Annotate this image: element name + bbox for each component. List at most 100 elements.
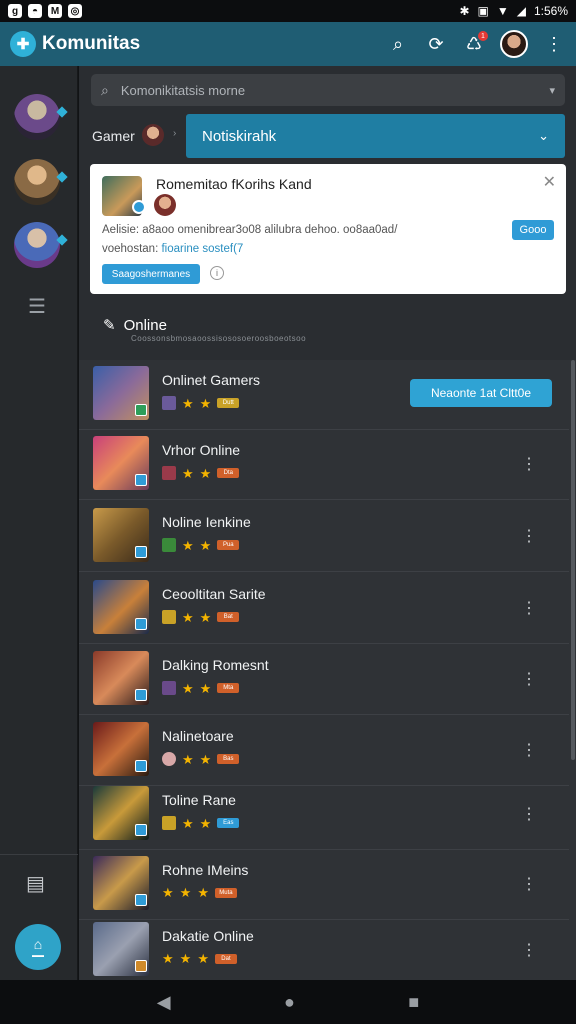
document-icon[interactable]: ▤ — [26, 871, 45, 896]
online-title: Online — [123, 316, 167, 334]
search-placeholder: Komonikitatsis morne — [120, 82, 246, 98]
status-right: ✱ ▣ ▼ ◢ 1:56% — [459, 4, 568, 18]
platform-badge-icon — [135, 824, 147, 836]
star-icon: ★ — [182, 680, 194, 696]
notifications-icon[interactable]: ♺ 1 — [462, 31, 488, 56]
game-tag: Pua — [217, 540, 240, 550]
star-icon: ★ — [182, 815, 194, 831]
star-icon: ★ — [199, 395, 212, 411]
game-title: Dakatie Online — [162, 928, 254, 944]
star-icon: ★ — [199, 465, 212, 481]
app-bar: ✚ Komunitas ⌕ ⟳ ♺ 1 ⋮ — [0, 22, 576, 66]
game-meta: ★ ★ Mta — [162, 680, 240, 696]
wifi-icon: ▼ — [496, 4, 509, 18]
app-actions: ⌕ ⟳ ♺ 1 ⋮ — [386, 30, 566, 58]
platform-badge-icon — [135, 760, 147, 772]
game-meta: ★ ★ Bas — [162, 751, 240, 767]
notification-icon: ◎ — [68, 4, 82, 18]
more-vertical-icon[interactable]: ⋮ — [521, 669, 537, 689]
game-tag: Bat — [217, 612, 240, 622]
platform-badge-icon — [135, 618, 147, 630]
sidebar-community-avatar[interactable] — [14, 94, 60, 140]
game-meta: ★ ★ Dutt — [162, 395, 240, 411]
star-icon: ★ — [199, 751, 212, 767]
star-icon: ★ — [182, 395, 194, 411]
app-title: Komunitas — [42, 33, 141, 54]
chevron-down-icon: ▾ — [549, 84, 555, 97]
chevron-down-icon: ⌄ — [538, 128, 549, 143]
star-icon: ★ — [199, 815, 212, 831]
menu-icon[interactable]: ☰ — [28, 294, 46, 319]
category-dropdown[interactable]: Notiskirahk ⌄ — [186, 114, 565, 158]
more-vertical-icon[interactable]: ⋮ — [521, 740, 537, 760]
game-tag: Dutt — [217, 398, 240, 408]
chevron-right-icon: › — [173, 128, 177, 139]
list-item[interactable]: Dalking Romesnt ★ ★ Mta ⋮ — [79, 645, 569, 715]
sidebar-divider — [0, 854, 78, 855]
platform-badge-icon — [135, 894, 147, 906]
list-item[interactable]: Dakatie Online ★ ★ ★ Dat ⋮ — [79, 916, 569, 986]
close-icon[interactable]: ✕ — [543, 172, 556, 192]
game-title: Ceooltitan Sarite — [162, 586, 266, 602]
recents-icon[interactable]: ■ — [408, 992, 419, 1013]
game-meta: ★ ★ Bat — [162, 609, 240, 625]
game-meta: ★ ★ ★ Muta — [162, 886, 237, 899]
home-caption-icon: ▬▬ — [32, 952, 44, 959]
platform-badge-icon — [135, 474, 147, 486]
app-logo-icon: ✚ — [10, 31, 36, 57]
game-tag: Dat — [214, 953, 237, 964]
sidebar-community-avatar[interactable] — [14, 222, 60, 268]
card-link[interactable]: fioarine sostef(7 — [161, 243, 243, 255]
more-vertical-icon[interactable]: ⋮ — [521, 598, 537, 618]
more-vertical-icon[interactable]: ⋮ — [521, 874, 537, 894]
battery-text: 1:56% — [533, 4, 568, 18]
platform-badge-icon — [135, 546, 147, 558]
home-button[interactable]: ⌂ ▬▬ — [15, 924, 61, 970]
more-vertical-icon[interactable]: ⋮ — [521, 454, 537, 474]
list-item[interactable]: Toline Rane ★ ★ Eas ⋮ — [79, 780, 569, 850]
refresh-icon[interactable]: ⟳ — [424, 32, 448, 56]
card-go-button[interactable]: Gooo — [512, 220, 554, 240]
sidebar-community-avatar[interactable] — [14, 159, 60, 205]
back-icon[interactable]: ◀ — [157, 992, 171, 1013]
signal-icon: ◢ — [516, 4, 526, 18]
star-icon: ★ — [182, 751, 194, 767]
list-item[interactable]: Vrhor Online ★ ★ Dta ⋮ — [79, 430, 569, 500]
main-content: ⌕ Komonikitatsis morne ▾ Gamer › Notiski… — [79, 66, 576, 980]
search-icon[interactable]: ⌕ — [386, 32, 410, 56]
list-item[interactable]: Ceooltitan Sarite ★ ★ Bat ⋮ — [79, 574, 569, 644]
vibrate-icon: ▣ — [477, 4, 489, 18]
more-vertical-icon[interactable]: ⋮ — [521, 940, 537, 960]
list-item[interactable]: Nalinetoare ★ ★ Bas ⋮ — [79, 716, 569, 786]
game-title: Noline Ienkine — [162, 514, 251, 530]
game-meta: ★ ★ Pua — [162, 538, 240, 552]
mini-avatar — [162, 466, 176, 480]
platform-badge-icon — [135, 404, 147, 416]
notification-icon: M — [48, 4, 62, 18]
search-input[interactable]: ⌕ Komonikitatsis morne ▾ — [91, 74, 565, 106]
star-icon: ★ — [179, 951, 192, 966]
home-nav-icon[interactable]: ● — [284, 992, 295, 1013]
list-item[interactable]: Onlinet Gamers ★ ★ Dutt Neaonte 1at Cltt… — [79, 360, 569, 430]
list-item[interactable]: Noline Ienkine ★ ★ Pua ⋮ — [79, 502, 569, 572]
join-button[interactable]: Neaonte 1at Cltt0e — [410, 379, 552, 407]
list-item[interactable]: Rohne IMeins ★ ★ ★ Muta ⋮ — [79, 850, 569, 920]
notification-badge: 1 — [478, 31, 488, 41]
scrollbar[interactable] — [571, 360, 575, 760]
star-icon: ★ — [199, 609, 212, 625]
more-vertical-icon[interactable]: ⋮ — [521, 526, 537, 546]
info-icon[interactable]: i — [210, 266, 224, 280]
more-vertical-icon[interactable]: ⋮ — [542, 32, 566, 56]
card-action-button[interactable]: Saagoshermanes — [102, 264, 200, 284]
status-bar: g ◓ M ◎ ✱ ▣ ▼ ◢ 1:56% — [0, 0, 576, 22]
game-tag: Mta — [217, 683, 240, 693]
profile-avatar[interactable] — [500, 30, 528, 58]
more-vertical-icon[interactable]: ⋮ — [521, 804, 537, 824]
mini-avatar — [162, 396, 176, 410]
system-nav-bar: ◀ ● ■ — [0, 980, 576, 1024]
notification-icon: ◓ — [28, 4, 42, 18]
star-icon: ★ — [182, 609, 194, 625]
play-badge-icon — [132, 200, 146, 214]
game-title: Onlinet Gamers — [162, 372, 261, 388]
platform-badge-icon — [135, 689, 147, 701]
